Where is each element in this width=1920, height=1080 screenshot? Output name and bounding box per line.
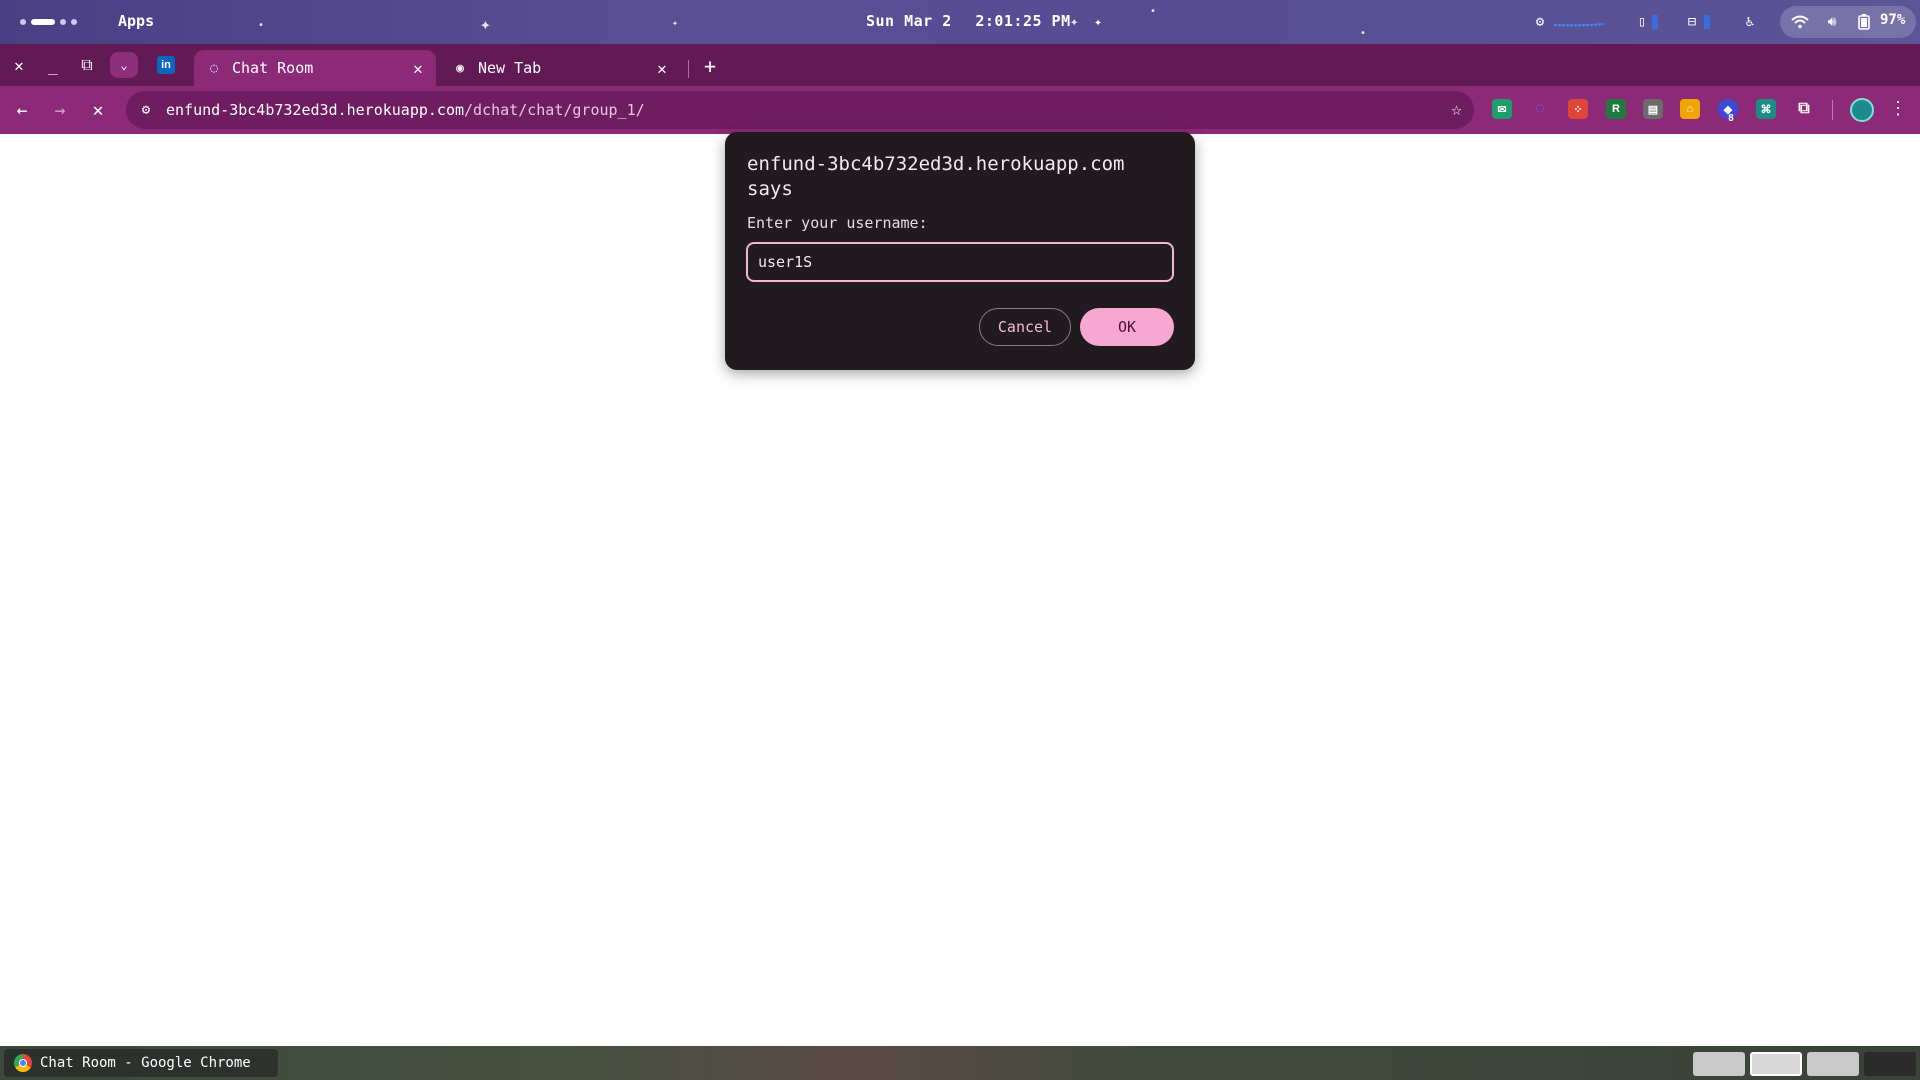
shelf-chrome-window[interactable]: Chat Room - Google Chrome: [4, 1049, 278, 1077]
clock[interactable]: Sun Mar 2 2:01:25 PM ✦: [866, 12, 1116, 30]
tab-chat-room[interactable]: ◌ Chat Room ✕: [194, 50, 436, 86]
extension-r-icon[interactable]: R: [1606, 99, 1626, 119]
toolbar-separator: [1832, 100, 1833, 120]
desk-thumbnail[interactable]: [1693, 1052, 1745, 1076]
tab-close-icon[interactable]: ✕: [408, 59, 428, 78]
chrome-icon: ◉: [456, 60, 464, 76]
battery-icon: [1854, 12, 1874, 32]
network-graph-icon: [1554, 12, 1604, 32]
sparkle-icon: ✦: [1094, 15, 1103, 30]
accessibility-icon[interactable]: ♿: [1740, 12, 1760, 32]
system-status-bar: • ✦ ✦ ✦ • • Apps Sun Mar 2 2:01:25 PM ✦ …: [0, 0, 1920, 44]
desk-indicator[interactable]: [20, 14, 77, 30]
extension-circle-icon[interactable]: ◌: [1530, 99, 1550, 119]
site-info-icon[interactable]: ⚙: [136, 102, 156, 118]
minimize-icon[interactable]: _: [42, 54, 64, 76]
tab-close-icon[interactable]: ✕: [652, 59, 672, 78]
dialog-title: enfund-3bc4b732ed3d.herokuapp.com says: [747, 153, 1125, 200]
desk-dot-active: [31, 19, 55, 25]
browser-tab-strip: ✕ _ ⧉ ⌄ in ◌ Chat Room ✕ ◉ New Tab ✕ +: [0, 44, 1920, 86]
url-text[interactable]: enfund-3bc4b732ed3d.herokuapp.com/dchat/…: [166, 101, 645, 119]
date-text: Sun Mar 2: [866, 12, 952, 30]
desk-thumbnail[interactable]: [1864, 1052, 1916, 1076]
tab-search-chevron-down-icon[interactable]: ⌄: [110, 52, 138, 78]
back-arrow-icon[interactable]: ←: [10, 98, 34, 122]
time-text: 2:01:25 PM: [975, 12, 1071, 30]
extension-network-icon[interactable]: ⌘: [1756, 99, 1776, 119]
drive-icon[interactable]: ⊟: [1682, 12, 1702, 32]
apps-launcher[interactable]: Apps: [118, 12, 154, 30]
tab-title: Chat Room: [232, 59, 314, 77]
close-window-icon[interactable]: ✕: [8, 54, 30, 76]
extension-folder-icon[interactable]: ▤: [1643, 99, 1663, 119]
desk-dot: [60, 19, 66, 25]
desk-dot: [71, 19, 77, 25]
clipboard-icon[interactable]: ▯: [1632, 12, 1652, 32]
forward-arrow-icon[interactable]: →: [48, 98, 72, 122]
cancel-button[interactable]: Cancel: [979, 308, 1071, 346]
shelf-window-title: Chat Room - Google Chrome: [40, 1055, 251, 1071]
extension-badge-count: 8: [1728, 113, 1735, 124]
url-host: enfund-3bc4b732ed3d.herokuapp.com: [166, 101, 465, 119]
chrome-icon: [14, 1054, 32, 1072]
extensions-puzzle-icon[interactable]: ⧉: [1794, 99, 1814, 119]
prompt-dialog: enfund-3bc4b732ed3d.herokuapp.com says E…: [725, 132, 1195, 370]
more-menu-icon[interactable]: ⋮: [1888, 98, 1908, 122]
new-tab-plus-icon[interactable]: +: [698, 54, 722, 78]
screen-capture-icon[interactable]: ⚙: [1530, 12, 1550, 32]
profile-avatar[interactable]: [1850, 98, 1874, 122]
dialog-message: Enter your username:: [747, 214, 928, 232]
os-shelf: Chat Room - Google Chrome: [0, 1046, 1920, 1080]
volume-icon: 🔊︎: [1827, 14, 1837, 30]
tab-separator: [688, 60, 689, 78]
desk-thumbnail-active[interactable]: [1750, 1052, 1802, 1076]
url-path: /dchat/chat/group_1/: [464, 101, 645, 119]
wifi-icon: [1790, 12, 1810, 32]
loading-spinner-icon: ◌: [210, 60, 218, 76]
tab-title: New Tab: [478, 59, 542, 77]
bookmark-star-icon[interactable]: ☆: [1451, 99, 1462, 120]
extension-lock-icon[interactable]: ⌂: [1680, 99, 1700, 119]
extension-dice-icon[interactable]: ⁘: [1568, 99, 1588, 119]
pinned-tab-linkedin-icon[interactable]: in: [157, 56, 175, 74]
status-blue-indicator: [1702, 12, 1712, 32]
desk-dot: [20, 19, 26, 25]
address-bar[interactable]: ⚙ enfund-3bc4b732ed3d.herokuapp.com/dcha…: [126, 91, 1474, 129]
desk-thumbnail[interactable]: [1807, 1052, 1859, 1076]
extension-mail-icon[interactable]: ✉: [1492, 99, 1512, 119]
battery-percent: 97%: [1880, 12, 1906, 28]
tab-new-tab[interactable]: ◉ New Tab ✕: [440, 50, 680, 86]
stop-loading-icon[interactable]: ✕: [86, 98, 110, 122]
status-blue-indicator: [1650, 12, 1660, 32]
browser-toolbar: ← → ✕ ⚙ enfund-3bc4b732ed3d.herokuapp.co…: [0, 86, 1920, 134]
restore-window-icon[interactable]: ⧉: [76, 54, 98, 76]
username-input[interactable]: [746, 242, 1174, 282]
ok-button[interactable]: OK: [1080, 308, 1174, 346]
